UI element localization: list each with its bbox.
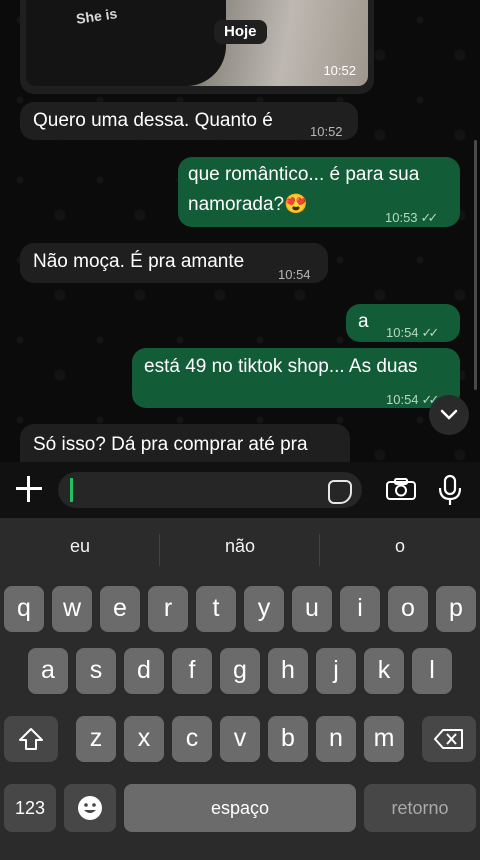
key-k[interactable]: k (364, 648, 404, 694)
key-h[interactable]: h (268, 648, 308, 694)
sticker-icon[interactable] (328, 480, 352, 504)
suggestion-1[interactable]: eu (0, 536, 160, 557)
message-text: está 49 no tiktok shop... As duas (144, 356, 418, 377)
backspace-icon (434, 729, 463, 749)
message-bubble-outgoing[interactable]: a 10:54 ✓✓ (346, 304, 460, 342)
key-g[interactable]: g (220, 648, 260, 694)
double-check-icon: ✓✓ (421, 325, 440, 340)
message-bubble-incoming[interactable]: Quero uma dessa. Quanto é 10:52 (20, 102, 358, 140)
chat-area[interactable]: She is 10:52 Hoje Quero uma dessa. Quant… (0, 0, 480, 470)
message-status: 10:53 ✓✓ (385, 204, 439, 232)
key-f[interactable]: f (172, 648, 212, 694)
key-n[interactable]: n (316, 716, 356, 762)
scrollbar[interactable] (474, 140, 477, 390)
message-bubble-incoming[interactable]: Não moça. É pra amante 10:54 (20, 243, 328, 283)
plus-icon[interactable] (14, 474, 44, 504)
numbers-key[interactable]: 123 (4, 784, 56, 832)
message-time: 10:52 (323, 63, 356, 78)
key-r[interactable]: r (148, 586, 188, 632)
message-time: 10:54 (386, 392, 419, 407)
space-key[interactable]: espaço (124, 784, 356, 832)
key-b[interactable]: b (268, 716, 308, 762)
key-z[interactable]: z (76, 716, 116, 762)
message-text: a (358, 311, 369, 332)
key-a[interactable]: a (28, 648, 68, 694)
message-bubble-outgoing[interactable]: que romântico... é para sua namorada?😍 1… (178, 157, 460, 227)
key-x[interactable]: x (124, 716, 164, 762)
key-c[interactable]: c (172, 716, 212, 762)
shift-key[interactable] (4, 716, 58, 762)
keyboard: eu não o q w e r t y u i o p a s d f g h… (0, 518, 480, 860)
message-text: Quero uma dessa. Quanto é (33, 110, 273, 131)
key-p[interactable]: p (436, 586, 476, 632)
date-label: Hoje (214, 20, 267, 44)
message-status: 10:54 ✓✓ (386, 319, 440, 347)
key-j[interactable]: j (316, 648, 356, 694)
emoji-icon (78, 796, 102, 820)
scroll-to-bottom-button[interactable] (429, 395, 469, 435)
microphone-icon[interactable] (436, 474, 464, 506)
suggestion-bar: eu não o (0, 518, 480, 582)
message-input-bar (0, 462, 480, 518)
message-time: 10:52 (310, 124, 343, 139)
message-input[interactable] (78, 472, 322, 510)
image-message[interactable]: She is 10:52 (20, 0, 374, 94)
return-key[interactable]: retorno (364, 784, 476, 832)
key-d[interactable]: d (124, 648, 164, 694)
message-text-line-2: namorada?😍 (188, 194, 308, 215)
backspace-key[interactable] (422, 716, 476, 762)
message-text: Só isso? Dá pra comprar até pra (33, 434, 308, 455)
key-u[interactable]: u (292, 586, 332, 632)
key-t[interactable]: t (196, 586, 236, 632)
message-time: 10:53 (385, 210, 418, 225)
message-time: 10:54 (386, 325, 419, 340)
key-l[interactable]: l (412, 648, 452, 694)
key-y[interactable]: y (244, 586, 284, 632)
key-o[interactable]: o (388, 586, 428, 632)
message-time: 10:54 (278, 267, 311, 282)
message-text-line-1: que romântico... é para sua (188, 164, 420, 185)
suggestion-2[interactable]: não (160, 536, 320, 557)
key-e[interactable]: e (100, 586, 140, 632)
text-cursor (70, 478, 73, 502)
key-q[interactable]: q (4, 586, 44, 632)
double-check-icon: ✓✓ (420, 210, 439, 225)
camera-icon[interactable] (386, 478, 416, 500)
key-i[interactable]: i (340, 586, 380, 632)
shirt-photo[interactable]: She is 10:52 (26, 0, 368, 86)
message-status: 10:54 ✓✓ (386, 386, 439, 414)
key-w[interactable]: w (52, 586, 92, 632)
key-s[interactable]: s (76, 648, 116, 694)
message-field[interactable] (58, 472, 362, 510)
shift-icon (19, 728, 43, 750)
suggestion-3[interactable]: o (320, 536, 480, 557)
key-m[interactable]: m (364, 716, 404, 762)
emoji-key[interactable] (64, 784, 116, 832)
chevron-down-icon (440, 409, 458, 420)
key-v[interactable]: v (220, 716, 260, 762)
message-text: Não moça. É pra amante (33, 251, 245, 272)
message-bubble-outgoing[interactable]: está 49 no tiktok shop... As duas 10:54 ✓… (132, 348, 460, 408)
shirt-shape (26, 0, 226, 86)
